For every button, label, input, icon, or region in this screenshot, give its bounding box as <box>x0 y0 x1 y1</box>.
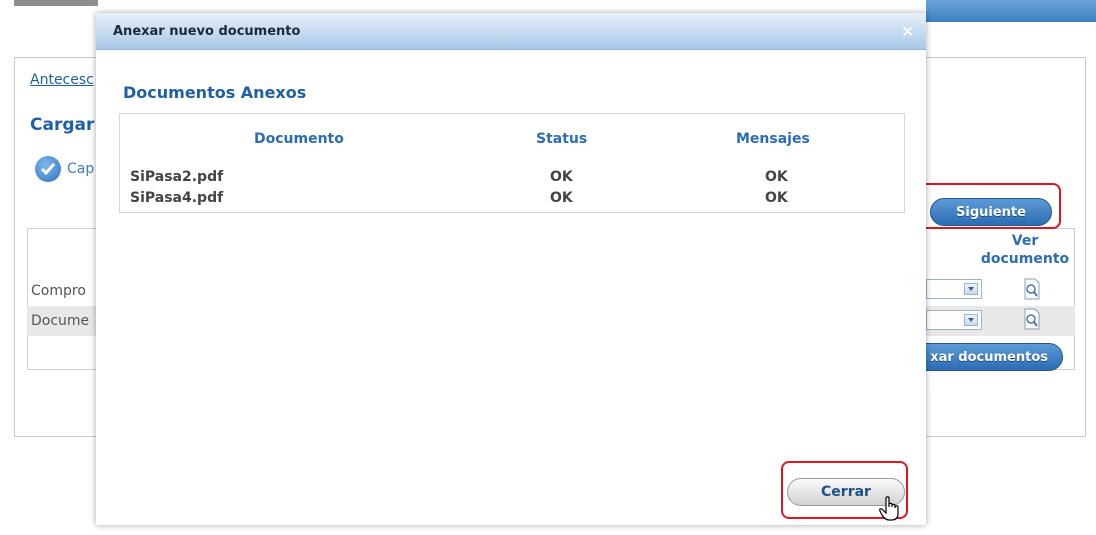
top-bar-segment <box>14 0 98 6</box>
cell-documento: SiPasa2.pdf <box>130 169 224 185</box>
step-check-icon <box>35 156 61 182</box>
chevron-down-icon <box>964 314 978 326</box>
page-heading: Cargar <box>30 115 95 135</box>
column-header-status: Status <box>536 131 588 147</box>
section-title: Documentos Anexos <box>123 83 307 102</box>
attach-document-dialog: Anexar nuevo documento × Documentos Anex… <box>96 13 926 525</box>
cell-mensajes: OK <box>765 169 788 185</box>
hand-pointer-icon <box>879 496 899 521</box>
attached-documents-table: Documento Status Mensajes SiPasa2.pdf OK… <box>119 113 905 213</box>
highlight-box <box>917 183 1061 229</box>
breadcrumb-link[interactable]: Antecesc <box>30 72 94 88</box>
table-row-label: Compro <box>31 283 86 299</box>
document-type-select[interactable] <box>926 310 982 330</box>
chevron-down-icon <box>964 283 978 295</box>
close-icon[interactable]: × <box>901 22 914 40</box>
cell-status: OK <box>550 190 573 206</box>
cell-mensajes: OK <box>765 190 788 206</box>
dialog-title: Anexar nuevo documento <box>113 24 301 39</box>
view-document-icon[interactable] <box>1023 308 1041 330</box>
column-header-mensajes: Mensajes <box>736 131 810 147</box>
cell-status: OK <box>550 169 573 185</box>
dialog-titlebar: Anexar nuevo documento × <box>96 13 926 50</box>
column-header-documento: Documento <box>254 131 344 147</box>
document-type-select[interactable] <box>926 279 982 299</box>
top-nav-bar <box>926 0 1096 22</box>
attach-documents-button[interactable]: xar documentos <box>918 343 1063 371</box>
ver-documento-header: Ver documento <box>980 233 1070 267</box>
view-document-icon[interactable] <box>1023 278 1041 300</box>
step-label: Cap <box>67 161 95 177</box>
table-row-label: Docume <box>31 313 90 329</box>
cell-documento: SiPasa4.pdf <box>130 190 224 206</box>
